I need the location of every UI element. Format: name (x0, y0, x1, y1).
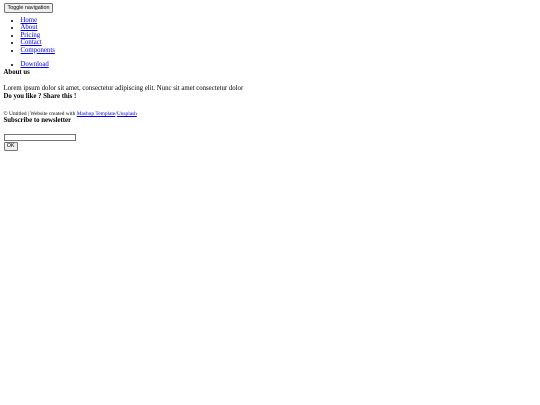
nav-link-components[interactable]: Components (21, 47, 55, 54)
secondary-nav: Download (4, 61, 537, 69)
page: Toggle navigation Home About Pricing Con… (0, 0, 540, 151)
nav-item-about: About (21, 24, 537, 32)
nav-item-components: Components (21, 47, 537, 55)
toggle-navigation-button[interactable]: Toggle navigation (3, 3, 54, 13)
newsletter-title: Subscribe to newsletter (3, 117, 72, 125)
main-nav: Home About Pricing Contact Components (4, 17, 537, 55)
nav-link-pricing[interactable]: Pricing (21, 32, 41, 39)
nav-item-contact: Contact (21, 39, 537, 47)
newsletter-email-input[interactable] (3, 133, 76, 141)
about-title: About us (3, 68, 30, 76)
newsletter-ok-button[interactable]: OK (3, 142, 18, 151)
credits-prefix: © Untitled | Website created with (3, 111, 77, 118)
nav-link-home[interactable]: Home (21, 17, 38, 24)
about-text: Lorem ipsum dolor sit amet, consectetur … (3, 85, 244, 93)
nav-link-contact[interactable]: Contact (21, 39, 42, 46)
nav-item-pricing: Pricing (21, 32, 537, 40)
nav-link-about[interactable]: About (21, 24, 38, 31)
nav-item-home: Home (21, 17, 537, 25)
share-title: Do you like ? Share this ! (3, 93, 77, 101)
nav-link-download[interactable]: Download (21, 61, 49, 68)
newsletter-form: OK (3, 133, 537, 151)
nav-item-download: Download (21, 61, 537, 69)
credits-link-mashup-template[interactable]: Mashup Template (77, 111, 116, 117)
credits-link-unsplash[interactable]: Unsplash (117, 111, 137, 117)
